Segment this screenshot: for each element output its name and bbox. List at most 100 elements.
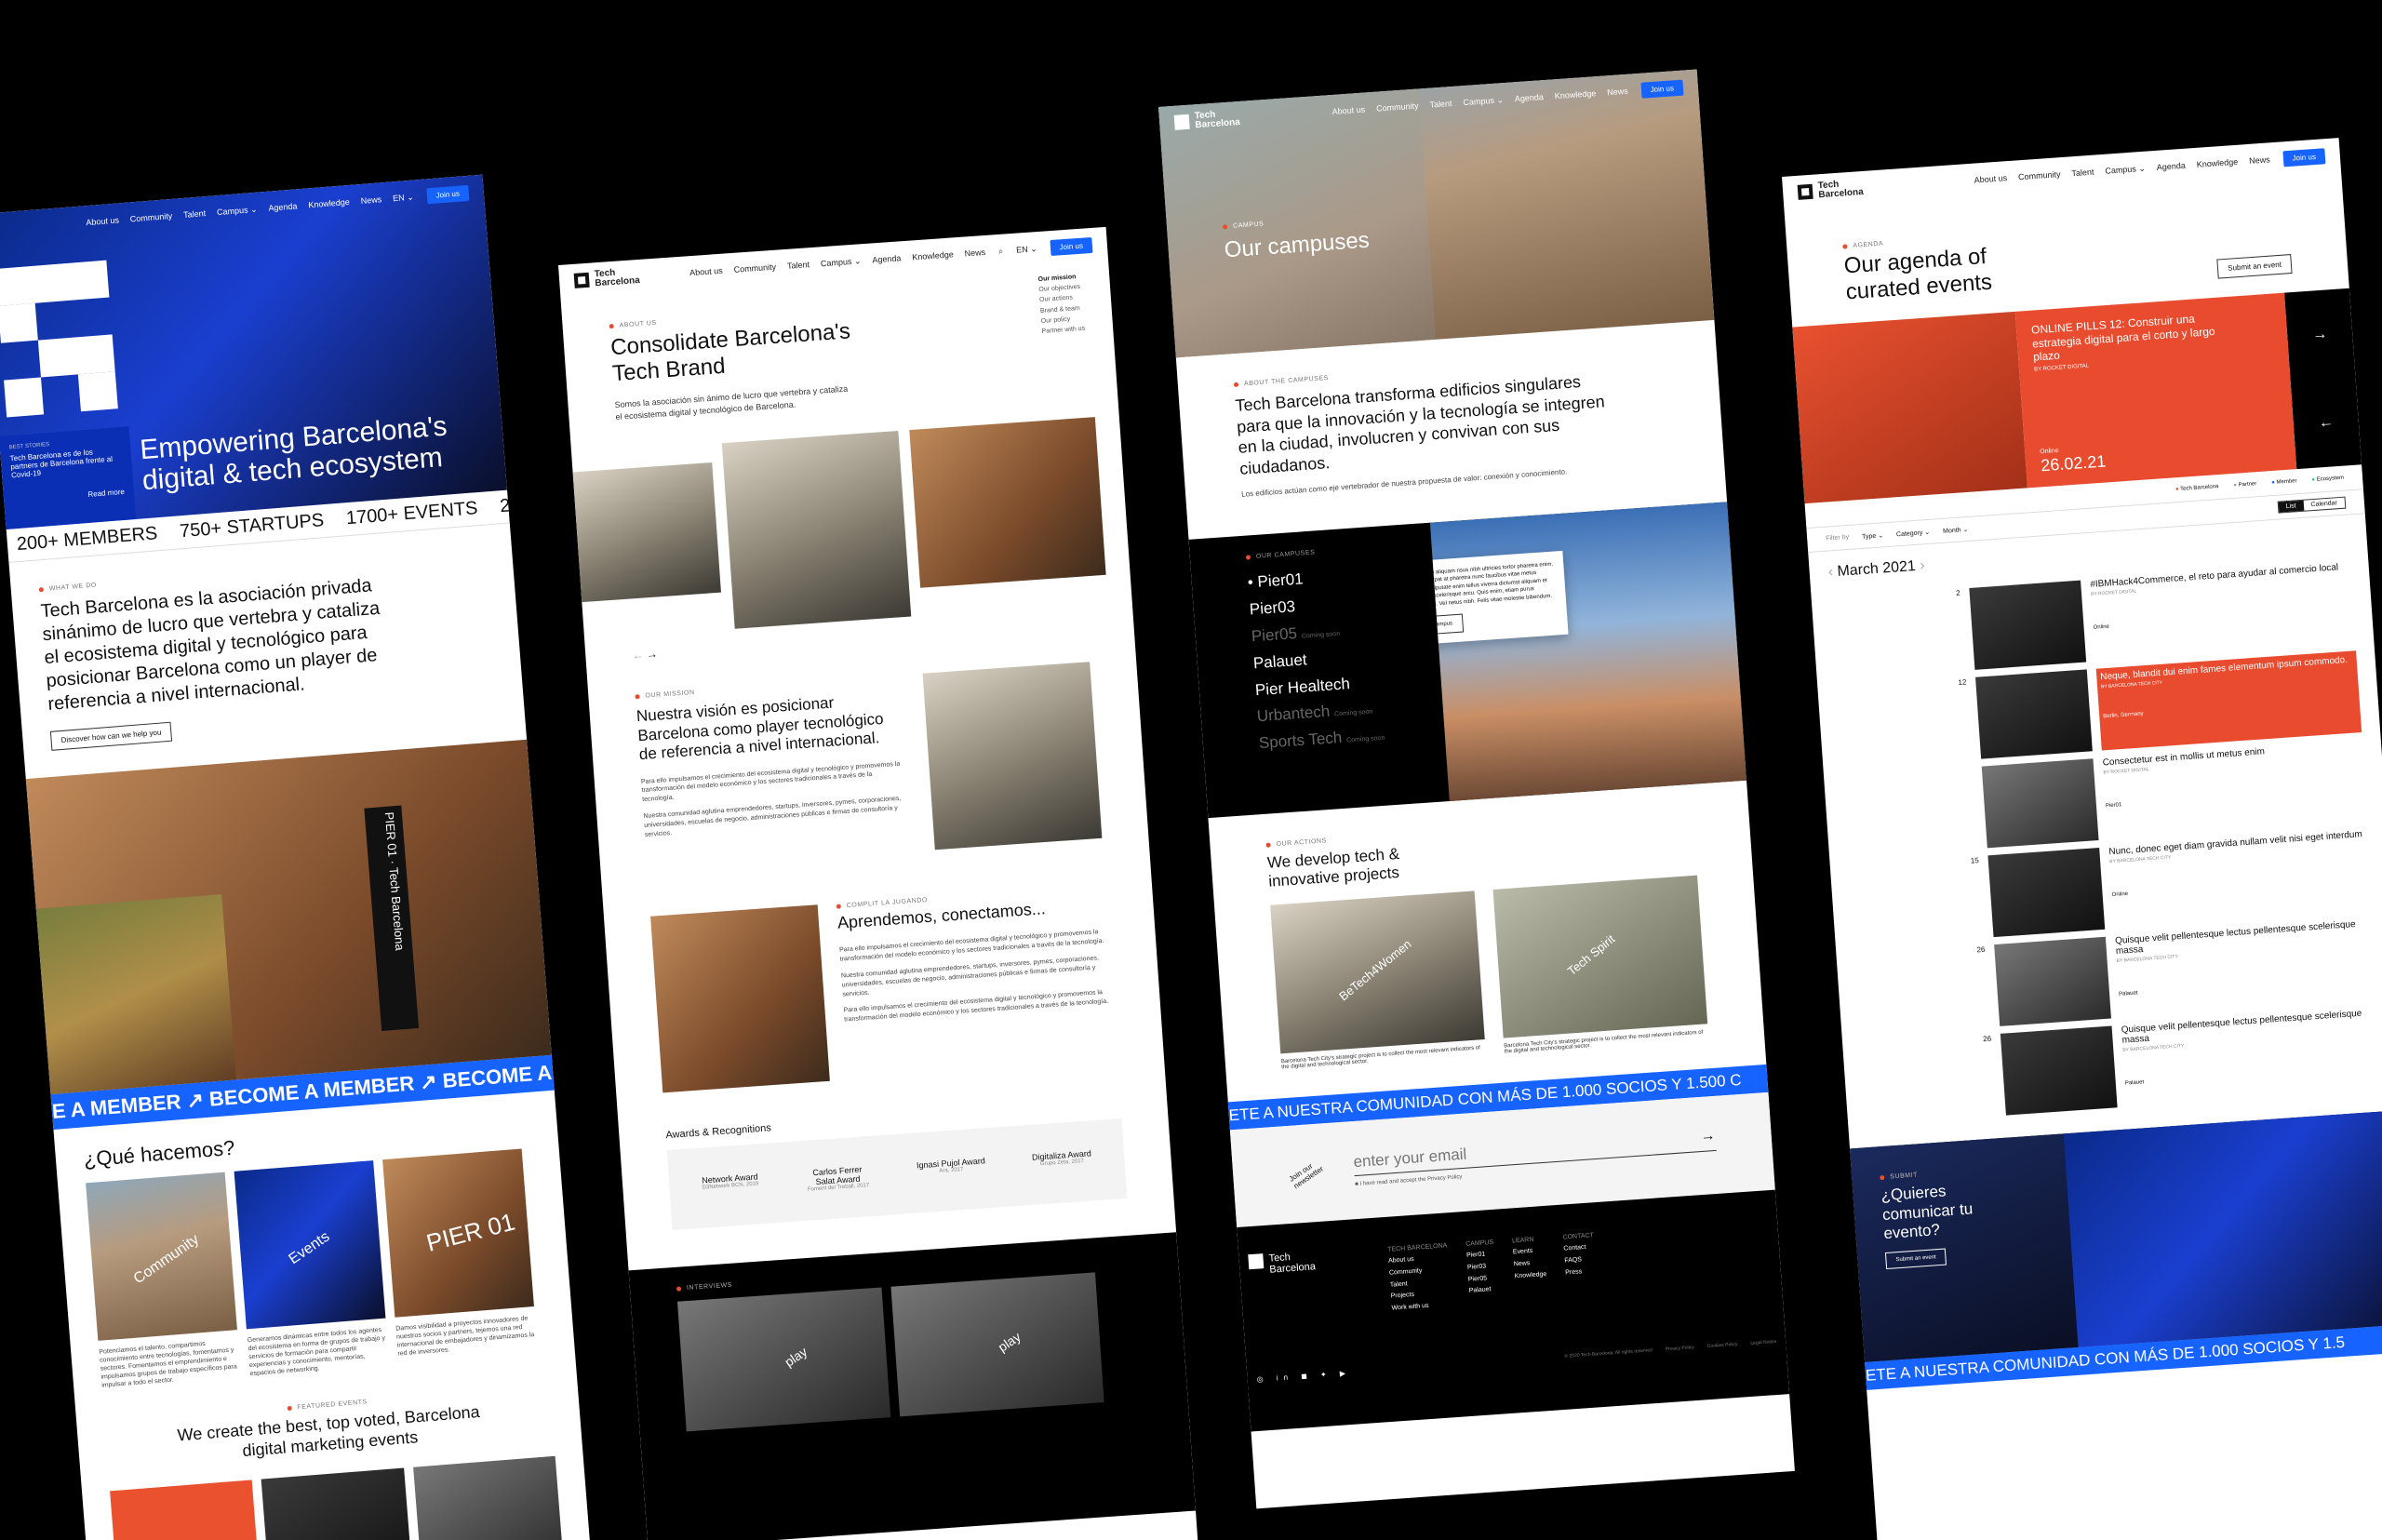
nav-link-news[interactable]: News bbox=[360, 194, 381, 207]
event-place: Online bbox=[2093, 623, 2110, 632]
service-cards: Community Potenciamos el talento, compar… bbox=[86, 1148, 547, 1390]
join-us-button[interactable]: Join us bbox=[2282, 147, 2326, 167]
stat-members: 200+ MEMBERS bbox=[16, 523, 159, 556]
actions-eyebrow: OUR ACTIONS bbox=[1265, 812, 1693, 849]
nav-link-talent[interactable]: Talent bbox=[787, 260, 810, 272]
event-day: 12 bbox=[1958, 677, 1967, 688]
nav-link-agenda[interactable]: Agenda bbox=[1514, 92, 1544, 104]
footer-link[interactable]: Press bbox=[1565, 1265, 1597, 1279]
project-card-1[interactable]: BeTech4Women Barcelona Tech City's strat… bbox=[1270, 891, 1486, 1070]
nav-link-campus[interactable]: Campus ⌄ bbox=[2105, 163, 2146, 176]
discover-button[interactable]: Discover how can we help you bbox=[49, 721, 173, 751]
nav-link-campus[interactable]: Campus ⌄ bbox=[821, 256, 862, 269]
card-community[interactable]: Community Potenciamos el talento, compar… bbox=[86, 1172, 241, 1391]
view-list[interactable]: List bbox=[2278, 500, 2304, 513]
join-us-button[interactable]: Join us bbox=[1050, 236, 1093, 256]
next-arrow-icon[interactable]: → bbox=[2312, 326, 2328, 343]
nav-link-news[interactable]: News bbox=[2249, 154, 2270, 167]
nav-link-knowledge[interactable]: Knowledge bbox=[2196, 156, 2238, 169]
campus-logo[interactable]: Tech Barcelona bbox=[1173, 109, 1241, 132]
cta-text: SUBMIT ¿Quieres comunicar tu evento? Sub… bbox=[1850, 1133, 2079, 1363]
view-calendar[interactable]: Calendar bbox=[2303, 498, 2345, 511]
interviews-section: INTERVIEWS play play bbox=[628, 1232, 1197, 1540]
read-more-link[interactable]: Read more bbox=[13, 488, 125, 504]
nav-link-knowledge[interactable]: Knowledge bbox=[912, 249, 954, 262]
project-photo-2: Tech Spirit bbox=[1492, 875, 1708, 1038]
nav-link-news[interactable]: News bbox=[1607, 86, 1628, 98]
event-thumb bbox=[1975, 669, 2093, 759]
featured-card-3[interactable] bbox=[412, 1455, 564, 1540]
cookies-link[interactable]: Cookies Policy bbox=[1707, 1342, 1738, 1352]
lang-select[interactable]: EN ⌄ bbox=[393, 192, 414, 204]
month-next-icon[interactable]: › bbox=[1920, 558, 1926, 574]
view-toggle[interactable]: List Calendar bbox=[2277, 496, 2347, 514]
next-arrow-icon[interactable]: → bbox=[646, 648, 658, 662]
privacy-link[interactable]: Privacy Policy bbox=[1666, 1345, 1695, 1355]
nav-link-community[interactable]: Community bbox=[2018, 169, 2061, 182]
legal-link[interactable]: Legal Notice bbox=[1750, 1339, 1776, 1349]
prev-arrow-icon[interactable]: ← bbox=[632, 649, 644, 663]
about-intro: Somos la asociación sin ánimo de lucro q… bbox=[614, 383, 849, 422]
project-card-2[interactable]: Tech Spirit Barcelona Tech City's strate… bbox=[1492, 875, 1709, 1054]
nav-link-community[interactable]: Community bbox=[733, 261, 776, 275]
mission-title: Nuestra visión es posicionar Barcelona c… bbox=[636, 693, 885, 764]
nav-link-agenda[interactable]: Agenda bbox=[2156, 160, 2186, 172]
search-icon[interactable]: ⌕ bbox=[998, 246, 1004, 256]
join-us-button[interactable]: Join us bbox=[425, 184, 470, 204]
featured-card-1[interactable] bbox=[110, 1480, 261, 1540]
nav-link-agenda[interactable]: Agenda bbox=[872, 253, 902, 265]
filter-type[interactable]: Type ⌄ bbox=[1862, 531, 1883, 541]
submit-cta: SUBMIT ¿Quieres comunicar tu evento? Sub… bbox=[1850, 1109, 2382, 1363]
event-thumb bbox=[1981, 758, 2099, 849]
nav-link-about[interactable]: About us bbox=[689, 265, 723, 277]
nav-link-knowledge[interactable]: Knowledge bbox=[1554, 88, 1596, 101]
interview-video-1[interactable]: play bbox=[677, 1287, 891, 1432]
campus-lead: Tech Barcelona transforma edificios sing… bbox=[1234, 372, 1606, 478]
submit-event-button[interactable]: Submit an event bbox=[2216, 254, 2293, 279]
interview-video-2[interactable]: play bbox=[890, 1272, 1104, 1417]
lang-select[interactable]: EN ⌄ bbox=[1016, 244, 1037, 256]
legend-tech: ● Tech Barcelona bbox=[2175, 484, 2219, 493]
card-events[interactable]: Events Generamos dinámicas entre todos l… bbox=[234, 1160, 390, 1379]
footer-link[interactable]: Palauet bbox=[1468, 1284, 1497, 1298]
event-day: 2 bbox=[1955, 588, 1960, 598]
nav-link-agenda[interactable]: Agenda bbox=[268, 201, 298, 213]
join-us-button[interactable]: Join us bbox=[1640, 79, 1684, 99]
nav-link-community[interactable]: Community bbox=[1376, 100, 1419, 114]
nav-link-news[interactable]: News bbox=[964, 247, 985, 259]
logo-mark-icon bbox=[1797, 183, 1813, 200]
nav-link-about[interactable]: About us bbox=[1332, 104, 1365, 116]
cta-submit-button[interactable]: Submit an event bbox=[1884, 1248, 1947, 1270]
nav-link-talent[interactable]: Talent bbox=[2071, 167, 2094, 179]
nav-link-campus[interactable]: Campus ⌄ bbox=[217, 204, 258, 217]
submit-arrow-icon[interactable]: → bbox=[1700, 1128, 1716, 1147]
about-logo[interactable]: Tech Barcelona bbox=[573, 267, 640, 290]
card-campus[interactable]: PIER 01 Damos visibilidad a proyectos in… bbox=[382, 1148, 538, 1368]
logo-text: Tech Barcelona bbox=[1194, 109, 1241, 131]
about-side-nav: Our mission Our objectives Our actions B… bbox=[1037, 272, 1085, 337]
event-place: Palauet bbox=[2118, 990, 2138, 998]
filter-category[interactable]: Category ⌄ bbox=[1896, 529, 1931, 539]
month-prev-icon[interactable]: ‹ bbox=[1827, 564, 1834, 580]
nav-link-talent[interactable]: Talent bbox=[1429, 98, 1452, 110]
featured-event-date: 26.02.21 bbox=[2040, 451, 2107, 475]
campuses-eyebrow: OUR CAMPUSES bbox=[1246, 545, 1376, 561]
footer-link[interactable]: Knowledge bbox=[1514, 1269, 1546, 1283]
nav-link-community[interactable]: Community bbox=[129, 210, 172, 224]
project-photo-1: BeTech4Women bbox=[1270, 891, 1485, 1054]
about-page-mockup: Tech Barcelona About us Community Talent … bbox=[558, 226, 1198, 1540]
side-nav-partner[interactable]: Partner with us bbox=[1041, 324, 1085, 337]
featured-arrows: → ← bbox=[2284, 288, 2362, 470]
nav-link-about[interactable]: About us bbox=[86, 215, 119, 228]
featured-card-2[interactable] bbox=[261, 1467, 413, 1540]
projects-row: BeTech4Women Barcelona Tech City's strat… bbox=[1270, 875, 1708, 1070]
featured-event-info[interactable]: ONLINE PILLS 12: Construir una estrategi… bbox=[2014, 292, 2297, 489]
agenda-logo[interactable]: Tech Barcelona bbox=[1797, 179, 1864, 202]
nav-link-about[interactable]: About us bbox=[1974, 173, 2007, 185]
nav-link-knowledge[interactable]: Knowledge bbox=[308, 196, 350, 209]
prev-arrow-icon[interactable]: ← bbox=[2318, 414, 2334, 432]
nav-link-campus[interactable]: Campus ⌄ bbox=[1463, 95, 1504, 108]
campus-nav: Tech Barcelona About us Community Talent … bbox=[1158, 70, 1699, 141]
filter-month[interactable]: Month ⌄ bbox=[1943, 526, 1969, 535]
nav-link-talent[interactable]: Talent bbox=[183, 208, 207, 221]
